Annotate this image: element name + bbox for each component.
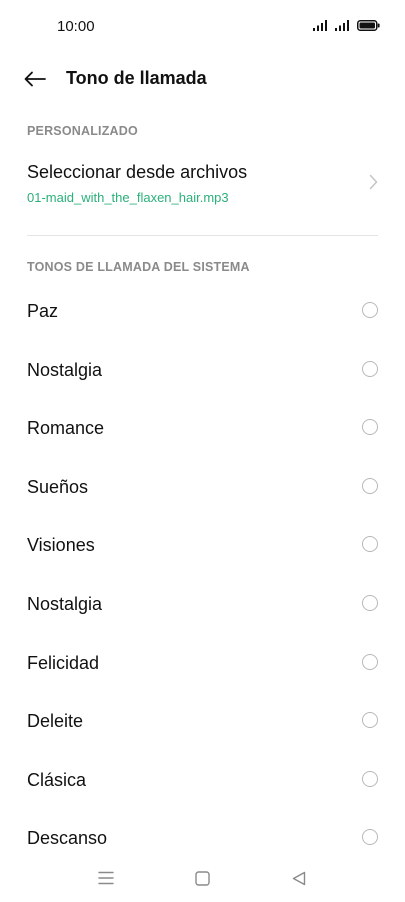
divider bbox=[27, 235, 378, 236]
tone-item-paz[interactable]: Paz bbox=[0, 283, 405, 342]
page-title: Tono de llamada bbox=[66, 68, 207, 88]
selected-file-name: 01-maid_with_the_flaxen_hair.mp3 bbox=[27, 190, 229, 205]
section-label-custom: PERSONALIZADO bbox=[27, 124, 138, 138]
navigation-bar bbox=[0, 858, 405, 898]
recent-apps-button[interactable] bbox=[94, 866, 118, 890]
tone-radio[interactable] bbox=[362, 653, 378, 670]
tone-label: Nostalgia bbox=[27, 359, 103, 380]
tone-item-visiones[interactable]: Visiones bbox=[0, 517, 405, 576]
tone-label: Visiones bbox=[27, 535, 95, 556]
home-square-icon bbox=[194, 870, 210, 886]
back-triangle-icon bbox=[292, 871, 306, 885]
status-time: 10:00 bbox=[57, 18, 95, 35]
tone-label: Clásica bbox=[27, 769, 87, 790]
tone-radio[interactable] bbox=[362, 712, 378, 729]
chevron-right-icon bbox=[369, 174, 378, 190]
tone-item-romance[interactable]: Romance bbox=[0, 400, 405, 459]
signal-icon bbox=[313, 20, 327, 31]
tone-label: Descanso bbox=[27, 828, 108, 849]
system-tone-list: Paz Nostalgia Romance Sueños Visiones No… bbox=[0, 283, 405, 869]
signal-icon bbox=[335, 20, 349, 31]
tone-radio[interactable] bbox=[362, 770, 378, 787]
nav-back-button[interactable] bbox=[287, 866, 311, 890]
tone-label: Romance bbox=[27, 418, 105, 439]
tone-item-suenos[interactable]: Sueños bbox=[0, 459, 405, 518]
tone-item-felicidad[interactable]: Felicidad bbox=[0, 635, 405, 694]
tone-radio[interactable] bbox=[362, 419, 378, 436]
tone-label: Sueños bbox=[27, 476, 89, 497]
back-button[interactable] bbox=[20, 66, 50, 92]
back-arrow-icon bbox=[24, 71, 46, 87]
tone-label: Paz bbox=[27, 301, 59, 321]
tone-radio[interactable] bbox=[362, 594, 378, 611]
tone-label: Felicidad bbox=[27, 652, 100, 673]
section-label-system: TONOS DE LLAMADA DEL SISTEMA bbox=[27, 260, 250, 274]
status-bar: 10:00 bbox=[0, 0, 405, 54]
select-from-files-item[interactable]: Seleccionar desde archivos 01-maid_with_… bbox=[0, 150, 405, 222]
status-icons bbox=[313, 20, 380, 31]
tone-item-clasica[interactable]: Clásica bbox=[0, 752, 405, 811]
header: Tono de llamada bbox=[0, 54, 405, 106]
tone-radio[interactable] bbox=[362, 477, 378, 494]
home-button[interactable] bbox=[190, 866, 214, 890]
tone-radio[interactable] bbox=[362, 360, 378, 377]
tone-item-nostalgia-2[interactable]: Nostalgia bbox=[0, 576, 405, 635]
select-from-files-title: Seleccionar desde archivos bbox=[27, 162, 248, 182]
tone-radio[interactable] bbox=[362, 302, 378, 318]
menu-icon bbox=[98, 871, 114, 885]
tone-item-deleite[interactable]: Deleite bbox=[0, 693, 405, 752]
battery-icon bbox=[357, 20, 380, 31]
tone-item-nostalgia[interactable]: Nostalgia bbox=[0, 342, 405, 401]
tone-label: Deleite bbox=[27, 711, 84, 732]
tone-radio[interactable] bbox=[362, 829, 378, 846]
tone-radio[interactable] bbox=[362, 536, 378, 553]
tone-label: Nostalgia bbox=[27, 593, 103, 614]
